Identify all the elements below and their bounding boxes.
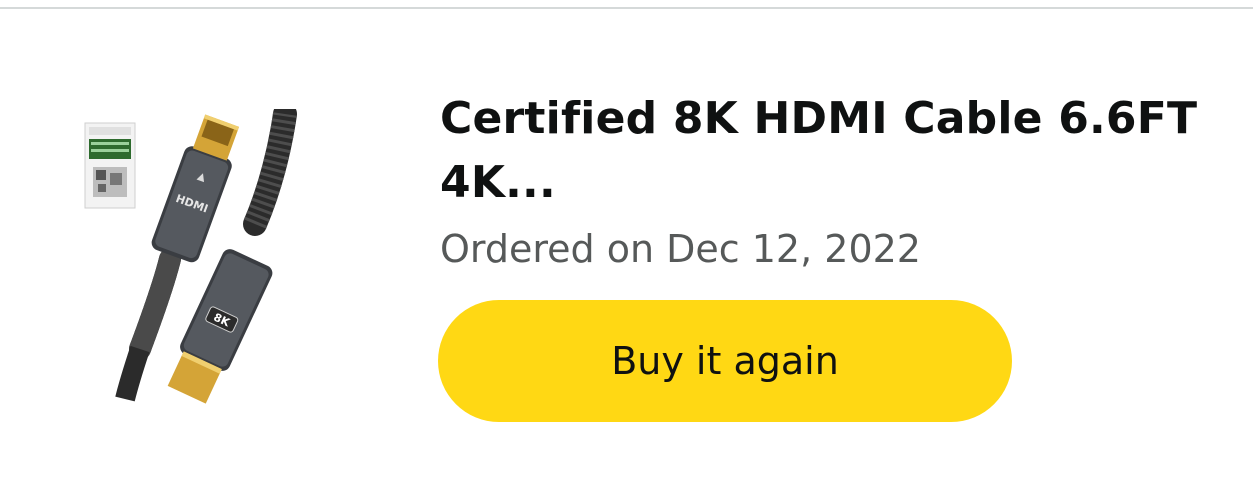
order-item-info: Certified 8K HDMI Cable 6.6FT 4K... Orde…	[440, 87, 1230, 275]
order-item-card: HDMI 8K Certified 8K HDMI Cable 6.6FT 4K…	[0, 9, 1253, 477]
product-image[interactable]: HDMI 8K	[80, 109, 325, 404]
buy-it-again-label: Buy it again	[611, 339, 839, 383]
product-title[interactable]: Certified 8K HDMI Cable 6.6FT 4K...	[440, 87, 1230, 215]
ordered-date: Ordered on Dec 12, 2022	[440, 227, 921, 271]
buy-it-again-button[interactable]: Buy it again	[438, 300, 1012, 422]
